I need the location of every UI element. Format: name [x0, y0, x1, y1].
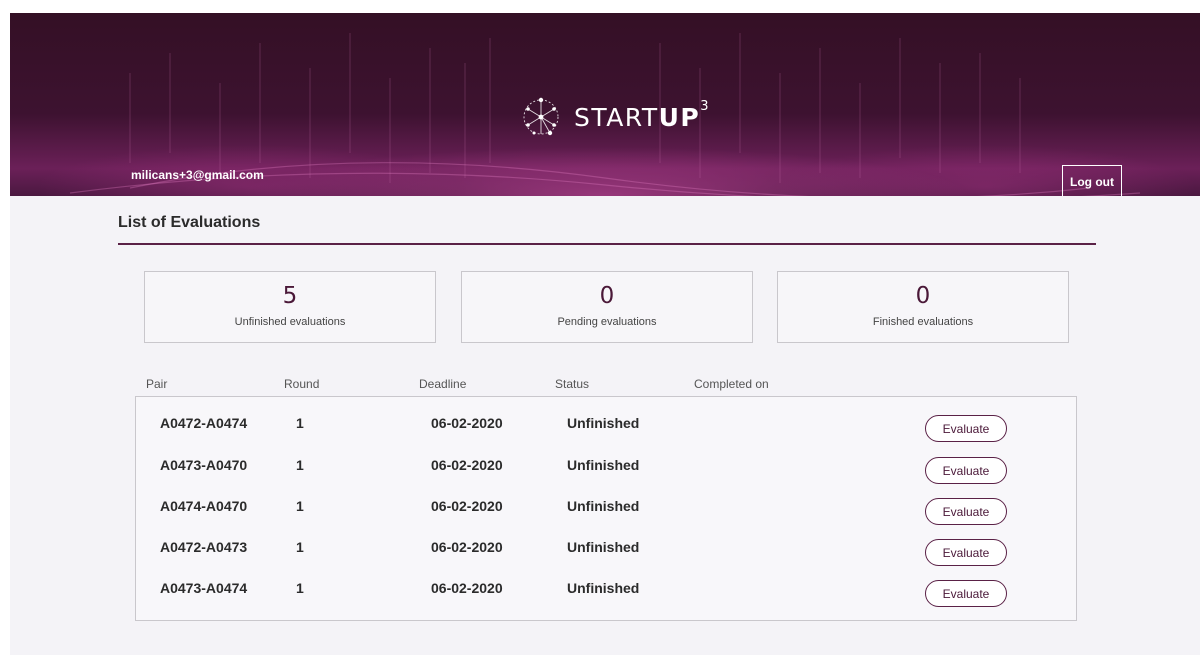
pair-cell: A0472-A0474 [160, 415, 248, 431]
table-row: A0472-A0474 1 06-02-2020 Unfinished Eval… [136, 407, 1076, 447]
app-logo[interactable]: STARTUP3 [520, 93, 710, 141]
evaluate-button[interactable]: Evaluate [925, 457, 1007, 484]
round-cell: 1 [296, 415, 304, 431]
table-row: A0474-A0470 1 06-02-2020 Unfinished Eval… [136, 490, 1076, 530]
column-header-deadline: Deadline [419, 377, 467, 391]
main-content: List of Evaluations 5 Unfinished evaluat… [10, 196, 1200, 655]
table-row: A0472-A0473 1 06-02-2020 Unfinished Eval… [136, 531, 1076, 571]
stat-value: 0 [915, 283, 931, 309]
status-cell: Unfinished [567, 539, 640, 555]
evaluate-button[interactable]: Evaluate [925, 580, 1007, 607]
evaluations-table: A0472-A0474 1 06-02-2020 Unfinished Eval… [135, 396, 1077, 621]
pair-cell: A0474-A0470 [160, 498, 248, 514]
pair-cell: A0473-A0470 [160, 457, 248, 473]
stat-label: Unfinished evaluations [234, 316, 346, 328]
column-header-status: Status [555, 377, 590, 391]
table-row: A0473-A0470 1 06-02-2020 Unfinished Eval… [136, 449, 1076, 489]
stat-value: 0 [599, 283, 615, 309]
pair-cell: A0472-A0473 [160, 539, 248, 555]
round-cell: 1 [296, 498, 304, 514]
deadline-cell: 06-02-2020 [431, 415, 503, 431]
logout-button[interactable]: Log out [1062, 165, 1122, 196]
logo-wordmark: STARTUP3 [574, 99, 710, 132]
header-banner: STARTUP3 milicans+3@gmail.com Log out [10, 13, 1200, 196]
network-brain-icon [523, 97, 559, 136]
deadline-cell: 06-02-2020 [431, 498, 503, 514]
column-header-round: Round [284, 377, 320, 391]
round-cell: 1 [296, 457, 304, 473]
deadline-cell: 06-02-2020 [431, 539, 503, 555]
status-cell: Unfinished [567, 580, 640, 596]
stat-card-finished: 0 Finished evaluations [777, 271, 1069, 343]
user-email: milicans+3@gmail.com [131, 168, 264, 182]
status-cell: Unfinished [567, 457, 640, 473]
stat-card-pending: 0 Pending evaluations [461, 271, 753, 343]
page-title: List of Evaluations [118, 214, 261, 231]
title-divider [118, 243, 1096, 245]
logo-superscript: 3 [700, 98, 711, 114]
column-header-completed-on: Completed on [694, 377, 769, 391]
logo-text-up: UP [658, 102, 701, 132]
deadline-cell: 06-02-2020 [431, 580, 503, 596]
status-cell: Unfinished [567, 415, 640, 431]
column-header-pair: Pair [146, 377, 168, 391]
stat-card-unfinished: 5 Unfinished evaluations [144, 271, 436, 343]
table-row: A0473-A0474 1 06-02-2020 Unfinished Eval… [136, 572, 1076, 612]
evaluate-button[interactable]: Evaluate [925, 498, 1007, 525]
stat-label: Finished evaluations [872, 316, 974, 328]
stat-label: Pending evaluations [557, 316, 657, 328]
deadline-cell: 06-02-2020 [431, 457, 503, 473]
stat-value: 5 [282, 283, 298, 309]
logo-text-start: START [574, 102, 659, 132]
evaluate-button[interactable]: Evaluate [925, 539, 1007, 566]
status-cell: Unfinished [567, 498, 640, 514]
pair-cell: A0473-A0474 [160, 580, 248, 596]
round-cell: 1 [296, 539, 304, 555]
evaluate-button[interactable]: Evaluate [925, 415, 1007, 442]
round-cell: 1 [296, 580, 304, 596]
